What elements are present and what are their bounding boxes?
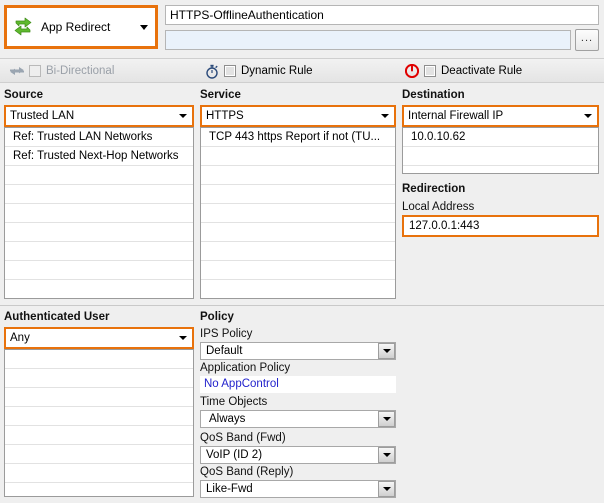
application-policy-label: Application Policy — [200, 362, 291, 374]
list-item-empty[interactable] — [5, 426, 193, 445]
dynamic-rule-checkbox[interactable] — [224, 65, 236, 77]
rule-comment-input[interactable] — [165, 30, 571, 50]
qos-band-reply-combo[interactable]: Like-Fwd — [200, 480, 396, 498]
action-type-label: App Redirect — [41, 20, 111, 34]
source-selected-value: Trusted LAN — [10, 110, 75, 122]
list-item[interactable]: Ref: Trusted LAN Networks — [5, 128, 193, 147]
power-icon — [403, 64, 421, 78]
list-item-empty[interactable] — [5, 261, 193, 280]
chevron-down-icon[interactable] — [174, 336, 192, 340]
source-list[interactable]: Ref: Trusted LAN Networks Ref: Trusted N… — [4, 127, 194, 299]
local-address-input[interactable]: 127.0.0.1:443 — [402, 215, 599, 237]
rule-name-input[interactable]: HTTPS-OfflineAuthentication — [165, 5, 599, 25]
chevron-down-icon[interactable] — [378, 343, 395, 359]
authenticated-user-list[interactable] — [4, 349, 194, 497]
bi-directional-checkbox — [29, 65, 41, 77]
list-item-empty[interactable] — [201, 185, 395, 204]
bi-directional-arrows-icon — [8, 65, 26, 77]
list-item[interactable]: 10.0.10.62 — [403, 128, 598, 147]
bi-directional-option: Bi-Directional — [8, 62, 114, 80]
list-item-empty[interactable] — [5, 280, 193, 298]
destination-combo[interactable]: Internal Firewall IP — [402, 105, 599, 127]
list-item-empty[interactable] — [5, 483, 193, 496]
chevron-down-icon[interactable] — [579, 114, 597, 118]
list-item-empty[interactable] — [5, 242, 193, 261]
list-item-empty[interactable] — [5, 464, 193, 483]
chevron-down-icon[interactable] — [378, 481, 395, 497]
list-item-empty[interactable] — [201, 223, 395, 242]
policy-heading: Policy — [200, 311, 234, 323]
ellipsis-icon: ... — [580, 32, 594, 44]
ips-policy-combo[interactable]: Default — [200, 342, 396, 360]
source-heading: Source — [4, 89, 43, 101]
browse-button[interactable]: ... — [575, 29, 599, 51]
ips-policy-value: Default — [206, 345, 243, 357]
qos-band-reply-label: QoS Band (Reply) — [200, 466, 294, 478]
list-item-empty[interactable] — [5, 223, 193, 242]
service-selected-value: HTTPS — [206, 110, 244, 122]
list-item[interactable]: TCP 443 https Report if not (TU... — [201, 128, 395, 147]
time-objects-combo[interactable]: Always — [200, 410, 396, 428]
list-item-empty[interactable] — [201, 166, 395, 185]
list-item-empty[interactable] — [403, 147, 598, 166]
qos-band-fwd-label: QoS Band (Fwd) — [200, 432, 286, 444]
qos-band-fwd-combo[interactable]: VoIP (ID 2) — [200, 446, 396, 464]
qos-band-fwd-value: VoIP (ID 2) — [206, 449, 263, 461]
list-item-empty[interactable] — [403, 166, 598, 173]
authenticated-user-selected-value: Any — [10, 332, 30, 344]
deactivate-rule-option[interactable]: Deactivate Rule — [403, 62, 522, 80]
list-item-empty[interactable] — [5, 407, 193, 426]
time-objects-label: Time Objects — [200, 396, 268, 408]
service-heading: Service — [200, 89, 241, 101]
list-item-empty[interactable] — [201, 147, 395, 166]
list-item-empty[interactable] — [5, 185, 193, 204]
bi-directional-label: Bi-Directional — [46, 65, 115, 77]
stopwatch-icon — [203, 64, 221, 79]
destination-heading: Destination — [402, 89, 465, 101]
chevron-down-icon[interactable] — [174, 114, 192, 118]
destination-list[interactable]: 10.0.10.62 — [402, 127, 599, 174]
action-type-combo[interactable]: App Redirect — [4, 5, 158, 49]
rule-options-toolbar: Bi-Directional Dynamic Rule Deactivate R… — [0, 58, 604, 83]
dynamic-rule-label: Dynamic Rule — [241, 65, 313, 77]
time-objects-value: Always — [209, 413, 246, 425]
chevron-down-icon[interactable] — [378, 411, 395, 427]
list-item-empty[interactable] — [5, 369, 193, 388]
list-item-empty[interactable] — [201, 242, 395, 261]
list-item-empty[interactable] — [5, 445, 193, 464]
chevron-down-icon[interactable] — [378, 447, 395, 463]
list-item-empty[interactable] — [5, 388, 193, 407]
authenticated-user-heading: Authenticated User — [4, 311, 110, 323]
list-item-empty[interactable] — [5, 204, 193, 223]
redirect-arrows-icon — [7, 17, 39, 37]
service-combo[interactable]: HTTPS — [200, 105, 396, 127]
ips-policy-label: IPS Policy — [200, 328, 253, 340]
local-address-label: Local Address — [402, 201, 475, 213]
redirection-heading: Redirection — [402, 183, 466, 195]
list-item[interactable]: Ref: Trusted Next-Hop Networks — [5, 147, 193, 166]
section-divider — [0, 305, 604, 306]
deactivate-rule-label: Deactivate Rule — [441, 65, 523, 77]
authenticated-user-combo[interactable]: Any — [4, 327, 194, 349]
service-list[interactable]: TCP 443 https Report if not (TU... — [200, 127, 396, 299]
application-policy-link[interactable]: No AppControl — [200, 376, 396, 393]
list-item-empty[interactable] — [201, 204, 395, 223]
list-item-empty[interactable] — [5, 350, 193, 369]
qos-band-reply-value: Like-Fwd — [206, 483, 253, 495]
list-item-empty[interactable] — [5, 166, 193, 185]
list-item-empty[interactable] — [201, 261, 395, 280]
list-item-empty[interactable] — [201, 280, 395, 298]
chevron-down-icon[interactable] — [133, 24, 155, 30]
destination-selected-value: Internal Firewall IP — [408, 110, 504, 122]
deactivate-rule-checkbox[interactable] — [424, 65, 436, 77]
dynamic-rule-option[interactable]: Dynamic Rule — [203, 62, 313, 80]
source-combo[interactable]: Trusted LAN — [4, 105, 194, 127]
chevron-down-icon[interactable] — [376, 114, 394, 118]
